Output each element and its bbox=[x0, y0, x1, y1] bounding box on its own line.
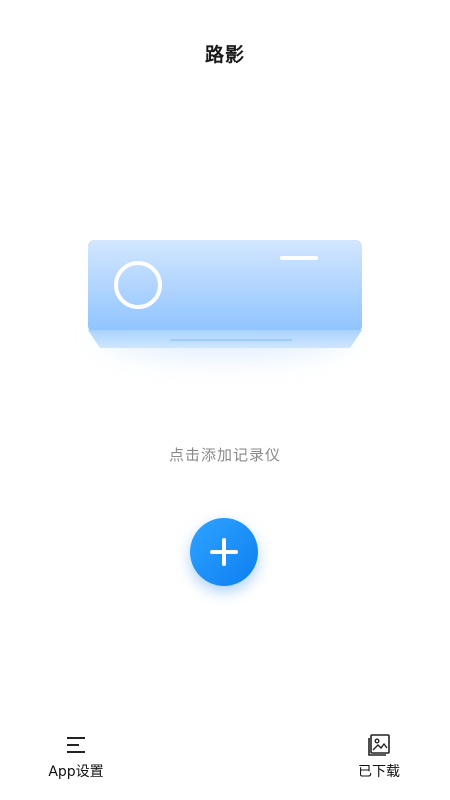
page-title: 路影 bbox=[204, 44, 245, 66]
dashcam-device-illustration bbox=[86, 238, 364, 368]
plus-icon bbox=[210, 538, 238, 566]
nav-app-settings[interactable]: App设置 bbox=[36, 732, 116, 781]
gallery-icon bbox=[368, 734, 390, 756]
add-recorder-hint: 点击添加记录仪 bbox=[168, 446, 281, 464]
device-graphic bbox=[88, 240, 362, 348]
menu-icon bbox=[67, 737, 85, 753]
nav-app-settings-label: App设置 bbox=[48, 764, 104, 780]
add-recorder-button[interactable] bbox=[190, 518, 258, 586]
nav-downloaded[interactable]: 已下载 bbox=[339, 732, 419, 781]
nav-downloaded-label: 已下载 bbox=[358, 764, 400, 780]
